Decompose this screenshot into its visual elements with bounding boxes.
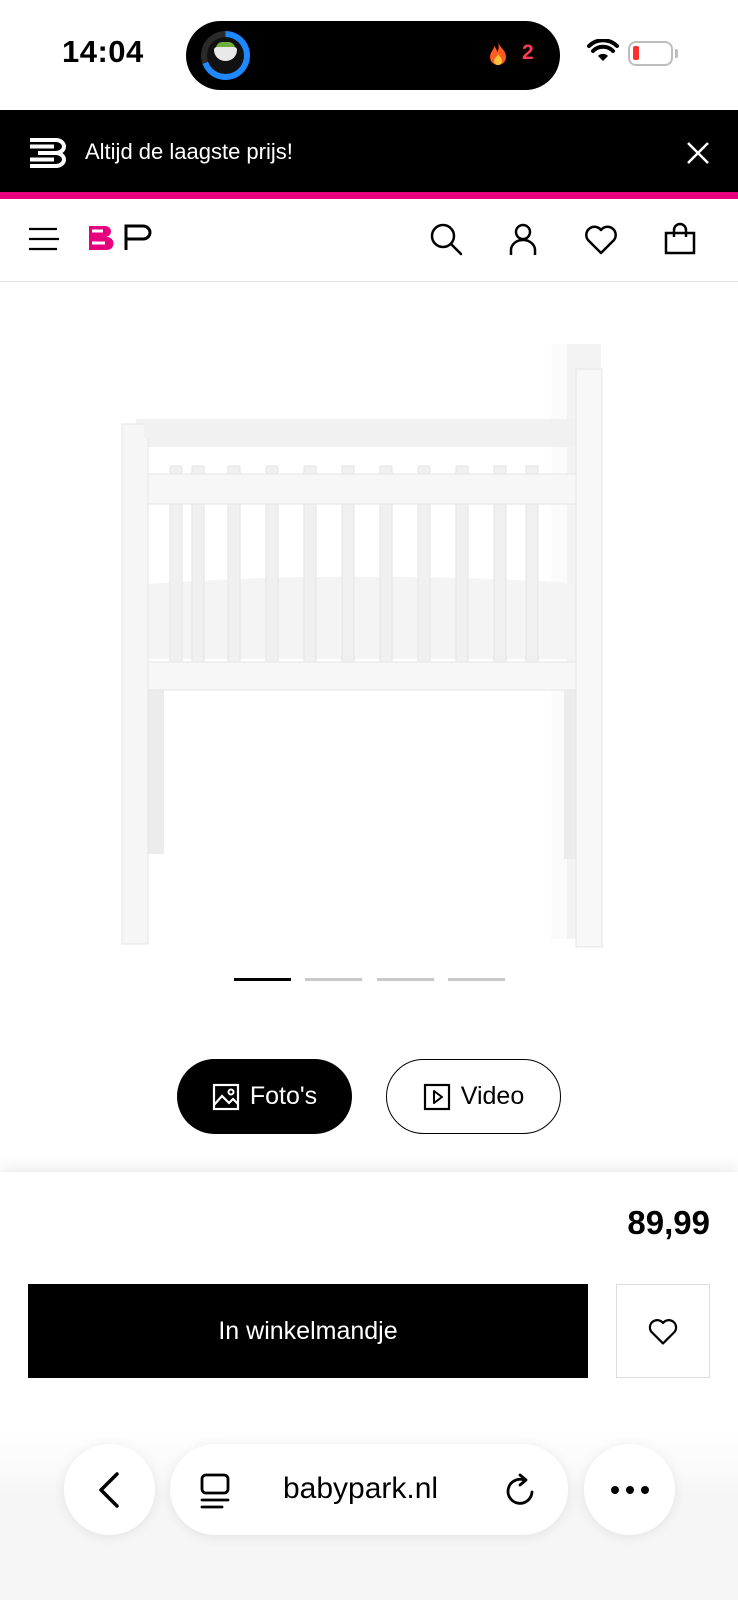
more-button[interactable]	[584, 1444, 675, 1535]
url-text[interactable]: babypark.nl	[283, 1472, 438, 1506]
add-to-wishlist-button[interactable]	[616, 1284, 710, 1378]
more-icon	[610, 1485, 649, 1494]
account-icon[interactable]	[505, 221, 541, 257]
add-to-cart-button[interactable]: In winkelmandje	[28, 1284, 588, 1378]
video-button[interactable]: Video	[386, 1059, 561, 1134]
tab-overview-icon[interactable]	[198, 1473, 232, 1509]
food-app-icon	[201, 31, 250, 80]
slide-dot[interactable]	[234, 978, 291, 981]
wifi-icon	[587, 39, 619, 61]
add-to-cart-label: In winkelmandje	[218, 1316, 398, 1345]
photos-button[interactable]: Foto's	[177, 1059, 352, 1134]
photos-label: Foto's	[249, 1082, 318, 1110]
dynamic-island[interactable]: 2	[186, 21, 560, 90]
product-image[interactable]	[118, 344, 620, 952]
promo-banner: Altijd de laagste prijs!	[0, 110, 738, 192]
close-icon[interactable]	[683, 138, 713, 168]
site-header	[0, 199, 738, 282]
battery-icon	[628, 41, 673, 66]
reload-icon[interactable]	[504, 1472, 538, 1508]
browser-toolbar: babypark.nl	[0, 1428, 738, 1600]
status-time: 14:04	[62, 34, 144, 69]
menu-icon[interactable]	[26, 221, 62, 257]
wishlist-icon[interactable]	[583, 221, 619, 257]
heart-icon	[648, 1319, 678, 1345]
promo-accent-stripe	[0, 192, 738, 199]
product-price: 89,99	[627, 1204, 710, 1241]
image-icon	[212, 1083, 239, 1110]
cart-icon[interactable]	[662, 221, 698, 257]
promo-logo-icon	[30, 138, 66, 168]
chevron-left-icon	[98, 1471, 119, 1508]
product-gallery[interactable]: Foto's Video	[0, 282, 738, 1172]
brand-logo[interactable]	[87, 223, 157, 253]
back-button[interactable]	[64, 1444, 155, 1535]
address-bar[interactable]: babypark.nl	[170, 1444, 568, 1535]
slide-dot[interactable]	[305, 978, 362, 981]
battery-cap	[675, 49, 678, 58]
video-label: Video	[460, 1082, 525, 1110]
status-bar: 14:04 2	[0, 0, 738, 110]
island-count: 2	[522, 41, 534, 64]
search-icon[interactable]	[428, 221, 464, 257]
fire-icon	[490, 42, 506, 65]
slide-dot[interactable]	[377, 978, 434, 981]
promo-text: Altijd de laagste prijs!	[85, 139, 293, 164]
slide-dot[interactable]	[448, 978, 505, 981]
play-icon	[423, 1083, 450, 1110]
